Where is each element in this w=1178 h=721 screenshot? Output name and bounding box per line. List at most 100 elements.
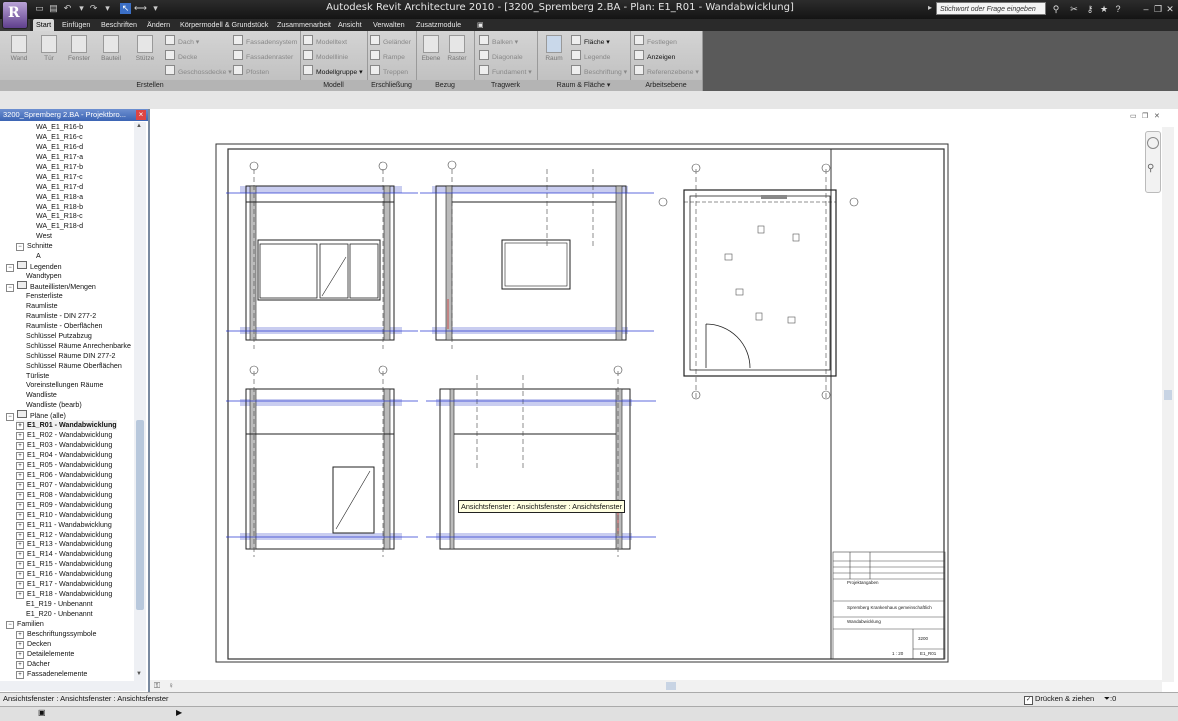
tree-leaf[interactable]: WA_E1_R18-c [36,211,83,221]
expand-icon[interactable]: + [16,561,24,570]
tree-leaf[interactable]: WA_E1_R18-b [36,202,83,212]
tab-aendern[interactable]: Ändern [144,19,173,31]
expand-icon[interactable]: + [16,660,24,669]
canvas-vscroll-thumb[interactable] [1164,390,1172,400]
tree-node[interactable]: + Fassadenelemente [16,669,87,679]
drag-elements-toggle[interactable]: ✓ Drücken & ziehen [1024,694,1094,705]
workset-icon[interactable]: ▣ [38,708,46,717]
show-workplane-tool[interactable]: Anzeigen [634,50,675,62]
ramp-tool[interactable]: Rampe [370,50,405,62]
binoculars-icon[interactable]: ⚲ [1050,3,1062,15]
restore-icon[interactable]: ❐ [1152,3,1164,15]
application-menu-button[interactable]: R [2,1,28,29]
tree-node[interactable]: + E1_R07 - Wandabwicklung [16,480,112,490]
expand-icon[interactable]: + [16,541,24,550]
open-icon[interactable]: ▭ [34,3,45,14]
wall-tool[interactable]: Wand [8,35,30,62]
stairs-tool[interactable]: Treppen [370,65,408,77]
tree-node[interactable]: − Pläne (alle) [6,410,66,422]
beam-tool[interactable]: Balken ▾ [479,35,518,47]
drawing-canvas[interactable]: Projektangaben Spremberg Krankenhaus gem… [150,109,1178,692]
tools-icon[interactable]: ✂ [1068,3,1080,15]
tree-leaf[interactable]: Fensterliste [26,291,63,301]
tree-node[interactable]: + E1_R09 - Wandabwicklung [16,500,112,510]
tree-leaf[interactable]: Wandliste [26,390,57,400]
curtain-system-tool[interactable]: Fassadensystem [233,35,297,47]
tree-leaf[interactable]: Wandtypen [26,271,62,281]
redo-icon[interactable]: ↷ [88,3,99,14]
tree-leaf[interactable]: Schlüssel Putzabzug [26,331,92,341]
tree-node[interactable]: + E1_R06 - Wandabwicklung [16,470,112,480]
search-dropdown-icon[interactable]: ▸ [928,3,932,12]
canvas-vertical-scrollbar[interactable] [1162,127,1174,682]
detail-level-icon[interactable]: ♀ [168,681,174,690]
tab-beschriften[interactable]: Beschriften [98,19,140,31]
ceiling-tool[interactable]: Decke [165,50,197,62]
expand-icon[interactable]: + [16,481,24,490]
tree-leaf[interactable]: WA_E1_R17-d [36,182,83,192]
tag-tool[interactable]: Beschriftung ▾ [571,65,627,77]
expand-icon[interactable]: + [16,581,24,590]
legend-tool[interactable]: Legende [571,50,610,62]
project-browser-close-icon[interactable]: × [136,110,146,120]
expand-icon[interactable]: + [16,422,24,431]
modify-cursor-icon[interactable]: ↖ [120,3,131,14]
tree-node[interactable]: − Familien [6,619,44,629]
area-tool[interactable]: Fläche ▾ [571,35,610,47]
view-minimize-icon[interactable]: ▭ [1130,112,1137,120]
tree-leaf[interactable]: WA_E1_R17-a [36,152,83,162]
expand-icon[interactable]: + [16,461,24,470]
tree-node[interactable]: − Legenden [6,261,62,273]
collapse-icon[interactable]: − [6,264,14,273]
tree-node[interactable]: + E1_R01 - Wandabwicklung [16,420,117,431]
view-close-icon[interactable]: ✕ [1154,112,1160,120]
subscription-icon[interactable]: ⚷ [1084,3,1096,15]
expand-icon[interactable]: + [16,491,24,500]
canvas-horizontal-scrollbar[interactable] [150,680,1162,692]
ref-plane-tool[interactable]: Referenzebene ▾ [634,65,699,77]
tree-leaf[interactable]: WA_E1_R17-c [36,172,83,182]
tree-leaf[interactable]: WA_E1_R16-d [36,142,83,152]
measure-icon[interactable]: ⟷ [134,3,147,14]
tree-leaf[interactable]: E1_R20 - Unbenannt [26,609,93,619]
panel-label-raum[interactable]: Raum & Fläche ▾ [537,80,630,91]
favorites-icon[interactable]: ★ [1098,3,1110,15]
tree-leaf[interactable]: Wandliste (bearb) [26,400,82,410]
tree-leaf[interactable]: WA_E1_R16-c [36,132,83,142]
tree-leaf[interactable]: WA_E1_R17-b [36,162,83,172]
tree-leaf[interactable]: Türliste [26,371,49,381]
tree-leaf[interactable]: Raumliste - DIN 277-2 [26,311,96,321]
tree-node[interactable]: − Schnitte [16,241,53,252]
component-tool[interactable]: Bauteil [100,35,122,62]
expand-icon[interactable]: + [16,591,24,600]
save-icon[interactable]: ▤ [48,3,59,14]
tree-node[interactable]: + E1_R04 - Wandabwicklung [16,450,112,461]
tree-node[interactable]: + E1_R18 - Wandabwicklung [16,589,112,600]
tree-node[interactable]: + E1_R12 - Wandabwicklung [16,530,112,540]
tab-verwalten[interactable]: Verwalten [370,19,408,31]
tree-node[interactable]: + Dächer [16,659,50,669]
tree-leaf[interactable]: WA_E1_R18-d [36,221,83,231]
tree-leaf[interactable]: Voreinstellungen Räume [26,380,103,390]
tree-leaf[interactable]: WA_E1_R16-b [36,122,83,132]
set-workplane-tool[interactable]: Festlegen [634,35,677,47]
customize-toolbar-icon[interactable]: ▾ [150,3,161,14]
tree-leaf[interactable]: West [36,231,52,241]
expand-icon[interactable]: + [16,471,24,480]
expand-icon[interactable]: + [16,531,24,540]
tree-leaf[interactable]: Raumliste [26,301,58,311]
tree-node[interactable]: − Bauteillisten/Mengen [6,281,96,293]
tab-start[interactable]: Start [33,19,55,31]
tree-node[interactable]: + E1_R17 - Wandabwicklung [16,579,112,590]
expand-icon[interactable]: + [16,670,24,679]
column-tool[interactable]: Stütze [134,35,156,62]
collapse-icon[interactable]: − [16,243,24,252]
expand-icon[interactable]: + [16,521,24,530]
expand-icon[interactable]: + [16,442,24,451]
expand-icon[interactable]: + [16,650,24,659]
window-tool[interactable]: Fenster [68,35,90,62]
ribbon-minimize-toggle[interactable]: ▣ [474,19,487,31]
tree-node[interactable]: + E1_R02 - Wandabwicklung [16,430,112,441]
undo-dropdown-icon[interactable]: ▾ [76,3,87,14]
expand-icon[interactable]: + [16,511,24,520]
